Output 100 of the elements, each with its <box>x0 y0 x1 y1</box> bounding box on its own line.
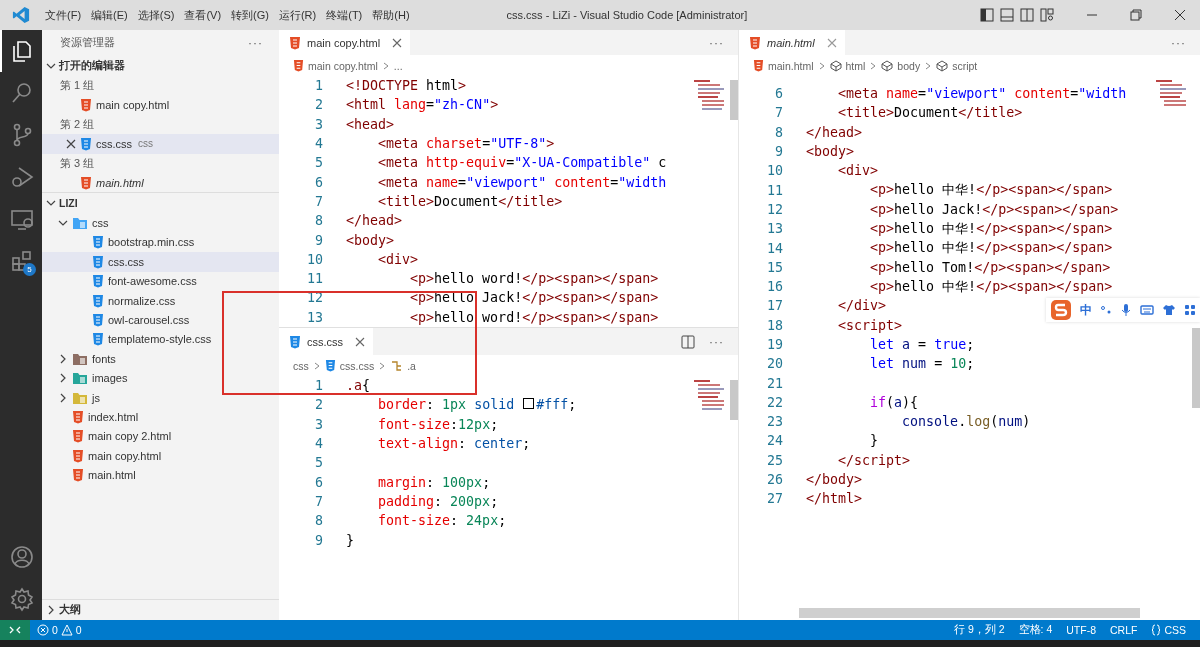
breadcrumb-item[interactable]: html <box>829 59 866 72</box>
menu-item[interactable]: 文件(F) <box>40 7 87 23</box>
grid-icon[interactable] <box>1184 304 1196 316</box>
split-editor-icon[interactable] <box>681 334 695 349</box>
problems-indicator[interactable]: 0 0 <box>30 624 89 636</box>
more-actions-button[interactable]: ··· <box>244 36 267 50</box>
line-number: 9 <box>314 532 323 548</box>
close-icon[interactable] <box>1174 9 1186 21</box>
file-icon <box>72 448 84 463</box>
editor-tab[interactable]: main.html <box>739 30 845 55</box>
code-line: margin: 100px; <box>377 474 491 490</box>
tree-item[interactable]: owl-carousel.css <box>42 310 279 330</box>
extensions-button[interactable]: 5 <box>0 240 42 282</box>
chevron-icon <box>313 361 320 370</box>
close-icon[interactable] <box>392 37 403 48</box>
tree-item[interactable]: bootstrap.min.css <box>42 232 279 253</box>
tree-item[interactable]: font-awesome.css <box>42 271 279 291</box>
settings-icon[interactable] <box>9 586 35 612</box>
tree-item[interactable]: fonts <box>42 349 279 369</box>
menu-item[interactable]: 选择(S) <box>132 7 180 23</box>
shirt-icon[interactable] <box>1162 304 1176 316</box>
code-line: </script> <box>837 452 911 468</box>
tree-item[interactable]: main copy 2.html <box>42 426 279 447</box>
breadcrumb-item[interactable]: main.html <box>753 59 814 72</box>
scrollbar-thumb[interactable] <box>799 608 1140 618</box>
tree-item[interactable]: main.html <box>42 465 279 485</box>
close-icon[interactable] <box>66 138 76 149</box>
breadcrumb-item[interactable]: body <box>881 59 921 72</box>
breadcrumb-item[interactable]: script <box>936 59 978 72</box>
tree-item[interactable]: css <box>42 213 279 233</box>
more-actions-button[interactable]: ··· <box>1167 35 1190 50</box>
code-line: <p>hello 中华!</p><span></span> <box>869 277 1113 296</box>
remote-indicator-icon[interactable] <box>0 620 30 640</box>
breadcrumb-item[interactable]: css <box>293 359 309 372</box>
toggle-panel-icon[interactable] <box>1000 8 1014 22</box>
code-line: border: 1px solid #fff; <box>377 397 577 413</box>
open-editors-header[interactable]: 打开的编辑器 <box>42 56 279 76</box>
split-layout-icon[interactable] <box>1020 8 1034 22</box>
menu-item[interactable]: 查看(V) <box>179 7 227 23</box>
scrollbar-thumb[interactable] <box>730 380 738 420</box>
line-number: 11 <box>306 271 323 287</box>
menu-item[interactable]: 运行(R) <box>273 7 322 23</box>
line-number: 13 <box>306 309 323 325</box>
menu-item[interactable]: 编辑(E) <box>86 7 133 23</box>
status-item[interactable]: UTF-8 <box>1059 624 1103 636</box>
open-editor-item[interactable]: main copy.html <box>42 95 279 115</box>
code-line: let num = 10; <box>869 356 975 372</box>
line-number: 1 <box>314 78 323 94</box>
breadcrumb-item[interactable]: .a <box>390 359 416 372</box>
line-number: 19 <box>766 337 783 352</box>
scrollbar-thumb[interactable] <box>730 80 738 120</box>
status-item[interactable]: CSS <box>1144 624 1200 636</box>
app-logo-icon <box>12 6 30 24</box>
code-line: </html> <box>806 491 863 507</box>
menu-item[interactable]: 转到(G) <box>226 7 274 23</box>
folder-icon <box>72 390 88 405</box>
line-number: 4 <box>314 136 323 152</box>
file-icon <box>92 274 104 289</box>
punctuation-icon[interactable] <box>1100 304 1112 316</box>
folder-header[interactable]: LIZI <box>42 192 279 214</box>
editor-tab[interactable]: main copy.html <box>279 30 411 55</box>
tree-item[interactable]: main copy.html <box>42 446 279 466</box>
open-editor-item[interactable]: main.html <box>42 172 279 193</box>
menu-item[interactable]: 终端(T) <box>321 7 368 23</box>
tree-item[interactable]: index.html <box>42 407 279 427</box>
explorer-title: 资源管理器 <box>60 36 115 50</box>
layout-icon[interactable] <box>1040 8 1054 22</box>
menu-item[interactable]: 帮助(H) <box>367 7 415 23</box>
restore-icon[interactable] <box>1130 9 1142 21</box>
toggle-sidebar-icon[interactable] <box>980 8 994 22</box>
editor-group-label: 第 2 组 <box>60 116 95 132</box>
debug-icon <box>9 164 35 190</box>
line-number: 13 <box>766 221 783 237</box>
editor-tab[interactable]: css.css <box>279 328 374 355</box>
microphone-icon[interactable] <box>1120 303 1132 317</box>
line-number: 7 <box>314 493 323 509</box>
line-number: 20 <box>766 356 783 372</box>
code-line: padding: 200px; <box>377 493 499 509</box>
status-item[interactable]: CRLF <box>1103 624 1145 636</box>
tree-item[interactable]: normalize.css <box>42 290 279 311</box>
tree-item[interactable]: templatemo-style.css <box>42 329 279 350</box>
breadcrumb-item[interactable]: main copy.html <box>293 59 378 72</box>
open-editor-item[interactable]: css.css css <box>42 134 279 154</box>
breadcrumb-item[interactable]: ... <box>393 59 403 72</box>
account-icon[interactable] <box>9 544 35 570</box>
status-item[interactable]: 空格: 4 <box>1011 623 1060 637</box>
code-line: <p>hello 中华!</p><span></span> <box>869 219 1113 238</box>
tree-item[interactable]: css.css <box>42 252 279 272</box>
keyboard-icon[interactable] <box>1140 304 1154 316</box>
more-actions-button[interactable]: ··· <box>705 35 728 50</box>
input-mode-toggle[interactable]: 中 <box>1080 301 1092 319</box>
more-actions-button[interactable]: ··· <box>705 334 728 349</box>
tree-item[interactable]: images <box>42 368 279 388</box>
chevron-icon <box>818 61 825 70</box>
close-icon[interactable] <box>355 336 366 347</box>
breadcrumb-item[interactable]: css.css <box>324 359 375 372</box>
scrollbar-thumb[interactable] <box>1192 328 1200 408</box>
line-number: 1 <box>314 378 323 394</box>
status-item[interactable]: 行 9，列 2 <box>947 623 1012 637</box>
tree-item[interactable]: js <box>42 387 279 408</box>
